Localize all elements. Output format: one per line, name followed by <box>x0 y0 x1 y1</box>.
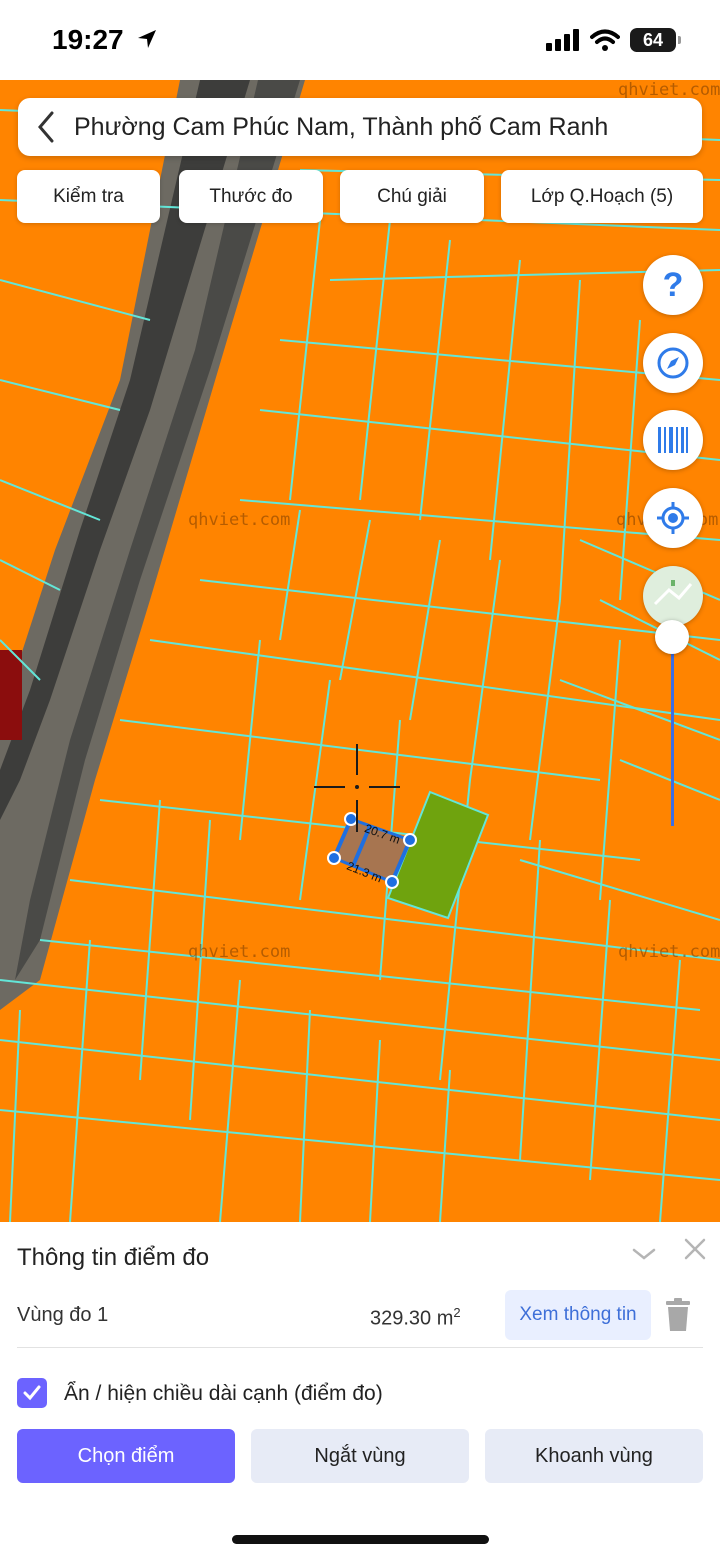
help-icon: ? <box>662 265 684 304</box>
view-info-button[interactable]: Xem thông tin <box>505 1290 651 1340</box>
status-time: 19:27 <box>52 24 159 56</box>
back-button[interactable] <box>18 98 74 156</box>
location-arrow-icon <box>138 30 157 48</box>
parcel-map <box>0 80 720 1222</box>
ruler-button[interactable]: Thước đo <box>179 170 323 223</box>
battery-level: 64 <box>642 29 664 50</box>
sheet-divider <box>17 1347 703 1348</box>
map-toolbar: Kiểm tra Thước đo Chú giải Lớp Q.Hoạch (… <box>17 170 703 224</box>
show-edge-length-checkbox[interactable] <box>17 1378 47 1408</box>
close-icon[interactable] <box>682 1236 708 1262</box>
basemap-toggle[interactable] <box>643 566 703 626</box>
help-button[interactable]: ? <box>643 255 703 315</box>
map-watermark: qhviet.com <box>188 942 291 962</box>
zoom-slider-handle[interactable] <box>655 620 689 654</box>
break-area-button[interactable]: Ngắt vùng <box>251 1429 469 1483</box>
chevron-left-icon <box>38 111 54 143</box>
area-value-text: 329.30 m <box>370 1307 454 1330</box>
location-title: Phường Cam Phúc Nam, Thành phố Cam Ranh <box>74 112 609 141</box>
map-watermark: qhviet.com <box>188 510 291 530</box>
collapse-chevron-icon[interactable] <box>630 1240 658 1268</box>
basemap-icon <box>653 580 693 606</box>
home-indicator <box>232 1535 489 1544</box>
measure-area-name: Vùng đo 1 <box>17 1304 109 1326</box>
status-time-text: 19:27 <box>52 24 124 55</box>
map-view[interactable]: qhviet.com qhviet.com qhviet.com qhviet.… <box>0 80 720 1222</box>
battery-indicator: 64 <box>630 28 681 52</box>
checkmark-icon <box>23 1385 41 1401</box>
barcode-button[interactable] <box>643 410 703 470</box>
sheet-title: Thông tin điểm đo <box>17 1244 210 1271</box>
map-watermark: qhviet.com <box>618 942 720 962</box>
show-edge-length-label: Ẩn / hiện chiều dài cạnh (điểm đo) <box>64 1382 383 1405</box>
barcode-icon <box>658 427 688 453</box>
planning-layers-button[interactable]: Lớp Q.Hoạch (5) <box>501 170 703 223</box>
locate-icon <box>657 502 689 534</box>
wifi-icon <box>590 29 620 51</box>
zoom-slider-track[interactable] <box>671 636 674 826</box>
status-icons: 64 <box>546 28 681 52</box>
check-button[interactable]: Kiểm tra <box>17 170 160 223</box>
measurement-sheet: Thông tin điểm đo Vùng đo 1 329.30 m2 Xe… <box>0 1222 720 1557</box>
signal-icon <box>546 29 579 51</box>
location-search-bar[interactable]: Phường Cam Phúc Nam, Thành phố Cam Ranh <box>18 98 702 156</box>
legend-button[interactable]: Chú giải <box>340 170 484 223</box>
pick-point-button[interactable]: Chọn điểm <box>17 1429 235 1483</box>
status-bar: 19:27 64 <box>0 0 720 80</box>
locate-me-button[interactable] <box>643 488 703 548</box>
area-unit-exponent: 2 <box>453 1305 461 1320</box>
map-watermark: qhviet.com <box>618 80 720 100</box>
measure-area-value: 329.30 m2 <box>370 1305 461 1331</box>
compass-icon <box>657 347 689 379</box>
area-select-button[interactable]: Khoanh vùng <box>485 1429 703 1483</box>
compass-button[interactable] <box>643 333 703 393</box>
trash-icon[interactable] <box>664 1298 692 1332</box>
